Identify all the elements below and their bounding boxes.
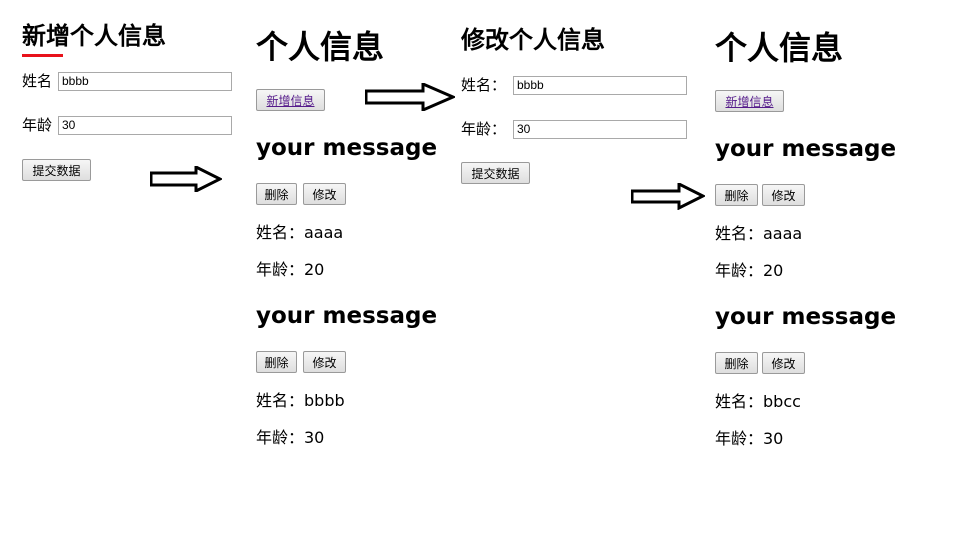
add-form-title: 新增个人信息 xyxy=(22,22,166,50)
edit-button[interactable]: 修改 xyxy=(303,351,346,373)
record-age: 年龄：30 xyxy=(256,428,325,447)
add-info-link[interactable]: 新增信息 xyxy=(256,89,325,111)
list-title: 个人信息 xyxy=(715,29,844,67)
record-name: 姓名：bbcc xyxy=(715,392,801,411)
submit-button[interactable]: 提交数据 xyxy=(22,159,91,181)
record-heading: your message xyxy=(715,304,897,330)
add-info-link[interactable]: 新增信息 xyxy=(715,90,784,112)
record-heading: your message xyxy=(715,136,897,162)
name-input[interactable]: bbbb xyxy=(58,72,232,91)
record-name: 姓名：bbbb xyxy=(256,391,345,410)
delete-button[interactable]: 删除 xyxy=(256,183,297,205)
delete-button[interactable]: 删除 xyxy=(256,351,297,373)
age-input[interactable]: 30 xyxy=(58,116,232,135)
right-arrow-icon xyxy=(365,83,455,111)
edit-form-title: 修改个人信息 xyxy=(461,26,605,54)
name-label: 姓名 xyxy=(22,72,53,90)
name-label: 姓名： xyxy=(461,76,507,94)
record-name: 姓名：aaaa xyxy=(256,223,344,242)
record-heading: your message xyxy=(256,303,438,329)
edit-button[interactable]: 修改 xyxy=(762,352,805,374)
edit-button[interactable]: 修改 xyxy=(762,184,805,206)
title-underline xyxy=(22,54,63,57)
age-label: 年龄： xyxy=(461,120,507,138)
age-input[interactable]: 30 xyxy=(513,120,687,139)
name-input[interactable]: bbbb xyxy=(513,76,687,95)
submit-button[interactable]: 提交数据 xyxy=(461,162,530,184)
record-age: 年龄：30 xyxy=(715,429,784,448)
record-age: 年龄：20 xyxy=(256,260,325,279)
record-heading: your message xyxy=(256,135,438,161)
record-age: 年龄：20 xyxy=(715,261,784,280)
delete-button[interactable]: 删除 xyxy=(715,184,758,206)
right-arrow-icon xyxy=(150,166,222,192)
right-arrow-icon xyxy=(631,183,705,210)
record-name: 姓名：aaaa xyxy=(715,224,803,243)
age-label: 年龄 xyxy=(22,116,53,134)
list-title: 个人信息 xyxy=(256,28,385,66)
edit-button[interactable]: 修改 xyxy=(303,183,346,205)
delete-button[interactable]: 删除 xyxy=(715,352,758,374)
